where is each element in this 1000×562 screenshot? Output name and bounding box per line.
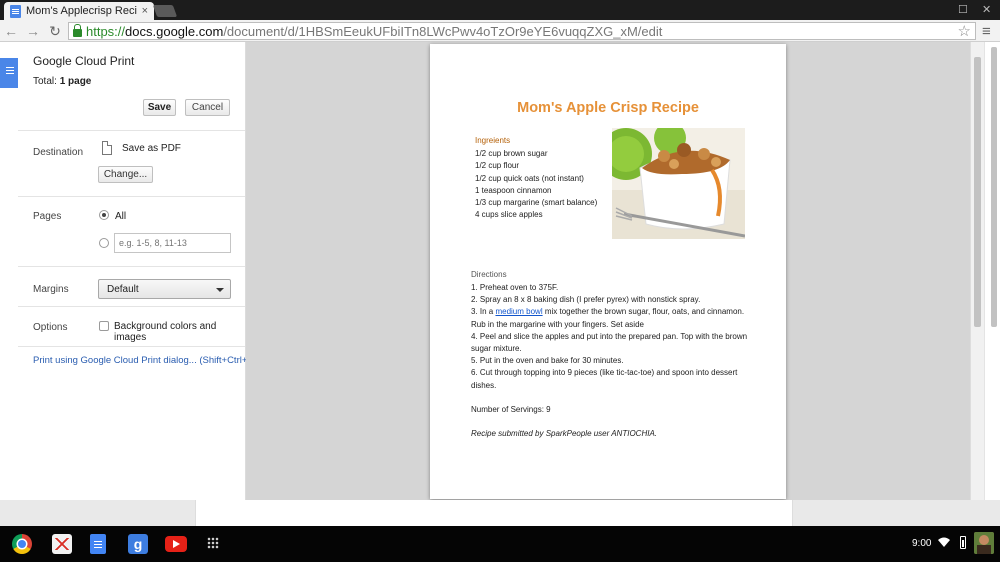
bookmark-star-icon[interactable]: ☆: [958, 22, 971, 40]
print-settings-panel: Google Cloud Print Total: 1 page Save Ca…: [18, 42, 257, 500]
list-item: 3. In a medium bowl mix together the bro…: [471, 306, 751, 330]
youtube-icon[interactable]: [165, 536, 187, 552]
servings-text: Number of Servings: 9: [471, 405, 551, 414]
pages-custom-radio[interactable]: [99, 238, 109, 248]
browser-tab[interactable]: Mom's Applecrisp Recipe ×: [4, 2, 154, 20]
docs-icon[interactable]: [90, 534, 106, 554]
options-label: Options: [33, 322, 68, 333]
preview-page: Mom's Apple Crisp Recipe Ingreients 1/2 …: [430, 44, 786, 499]
tab-title: Mom's Applecrisp Recipe: [26, 5, 137, 17]
pages-all-label: All: [115, 211, 127, 222]
list-item: 1/2 cup flour: [475, 161, 520, 171]
total-label: Total:: [33, 76, 57, 87]
document-scroll-thumb[interactable]: [991, 47, 997, 327]
pages-row: Pages All: [18, 197, 245, 267]
new-tab-button[interactable]: [152, 5, 178, 17]
pages-all-radio[interactable]: [99, 210, 109, 220]
page-content: Google Cloud Print Total: 1 page Save Ca…: [0, 42, 1000, 526]
list-item: 1/2 cup brown sugar: [475, 149, 548, 158]
url-path: /document/d/1HBSmEeukUFbiITn8LWcPwv4oTzO…: [223, 23, 663, 39]
list-item: 4. Peel and slice the apples and put int…: [471, 331, 748, 354]
direction-3-prefix: 3. In a: [471, 307, 496, 317]
preview-scrollbar[interactable]: [970, 42, 984, 500]
list-item: 2. Spray an 8 x 8 baking dish (I prefer …: [471, 295, 701, 305]
recipe-title: Mom's Apple Crisp Recipe: [517, 100, 699, 116]
ingredients-list: 1/2 cup brown sugar 1/2 cup flour 1/2 cu…: [475, 148, 603, 222]
battery-icon[interactable]: [960, 536, 966, 549]
browser-titlebar: Mom's Applecrisp Recipe × ☐ ✕: [0, 0, 1000, 20]
url-scheme: https://: [86, 23, 126, 39]
docs-page-edge: [195, 500, 793, 526]
list-item: 1. Preheat oven to 375F.: [471, 283, 559, 292]
browser-menu-icon[interactable]: ≡: [982, 23, 991, 40]
app-launcher-icon[interactable]: [207, 537, 219, 549]
forward-button[interactable]: →: [22, 20, 44, 42]
url-host: docs.google.com: [125, 23, 224, 39]
medium-bowl-link[interactable]: medium bowl: [495, 307, 542, 316]
directions-list: 1. Preheat oven to 375F. 2. Spray an 8 x…: [471, 282, 751, 392]
destination-label: Destination: [33, 147, 84, 158]
back-button[interactable]: ←: [0, 20, 22, 42]
address-bar[interactable]: https:// docs.google.com /document/d/1HB…: [68, 22, 976, 40]
print-preview-area: Mom's Apple Crisp Recipe Ingreients 1/2 …: [246, 42, 970, 500]
wifi-icon[interactable]: [938, 537, 950, 547]
submitted-by-text: Recipe submitted by SparkPeople user ANT…: [471, 429, 658, 438]
margins-row: Margins Default: [18, 267, 245, 307]
avatar[interactable]: [974, 532, 994, 554]
print-total: Total: 1 page: [33, 76, 230, 87]
total-value: 1 page: [59, 76, 92, 87]
docs-logo-icon: [0, 58, 18, 88]
apple-crisp-photo: [612, 128, 745, 239]
os-shelf: g 9:00: [0, 526, 1000, 562]
chrome-icon[interactable]: [12, 534, 32, 554]
close-window-icon[interactable]: ✕: [982, 3, 991, 16]
pdf-file-icon: [102, 141, 112, 155]
maximize-icon[interactable]: ☐: [958, 3, 968, 16]
browser-toolbar: ← → ↻ https:// docs.google.com /document…: [0, 20, 1000, 42]
background-colors-label: Background colors and images: [114, 321, 217, 343]
google-plus-icon[interactable]: g: [128, 534, 148, 554]
list-item: 6. Cut through topping into 9 pieces (li…: [471, 368, 738, 390]
chevron-down-icon: [216, 288, 224, 292]
tab-close-icon[interactable]: ×: [142, 5, 148, 17]
print-header: Google Cloud Print Total: 1 page Save Ca…: [18, 42, 245, 131]
list-item: 5. Put in the oven and bake for 30 minut…: [471, 356, 624, 366]
destination-row: Destination Save as PDF Change...: [18, 131, 245, 197]
margins-label: Margins: [33, 284, 69, 295]
cancel-button[interactable]: Cancel: [185, 99, 230, 116]
list-item: 4 cups slice apples: [475, 210, 543, 220]
list-item: 1 teaspoon cinnamon: [475, 185, 552, 195]
system-clock[interactable]: 9:00: [912, 538, 931, 549]
cloud-print-dialog-link[interactable]: Print using Google Cloud Print dialog...…: [33, 355, 257, 366]
document-scrollbar[interactable]: [984, 42, 1000, 500]
lock-icon: [73, 24, 82, 37]
preview-scroll-thumb[interactable]: [974, 57, 981, 327]
background-colors-checkbox[interactable]: [99, 321, 109, 331]
pages-label: Pages: [33, 211, 62, 222]
docs-favicon-icon: [10, 4, 21, 18]
gmail-icon[interactable]: [52, 534, 72, 554]
options-row: Options Background colors and images: [18, 307, 245, 347]
destination-value: Save as PDF: [122, 143, 181, 154]
list-item: 1/3 cup margarine (smart balance): [475, 198, 598, 208]
print-title: Google Cloud Print: [33, 54, 135, 68]
ingredients-heading: Ingreients: [475, 136, 511, 145]
margins-select[interactable]: Default: [98, 279, 231, 299]
save-button[interactable]: Save: [143, 99, 176, 116]
reload-button[interactable]: ↻: [44, 20, 66, 42]
list-item: 1/2 cup quick oats (not instant): [475, 173, 584, 183]
change-destination-button[interactable]: Change...: [98, 166, 153, 183]
margins-value: Default: [107, 284, 139, 295]
pages-range-input[interactable]: [114, 233, 231, 253]
directions-heading: Directions: [471, 270, 507, 279]
